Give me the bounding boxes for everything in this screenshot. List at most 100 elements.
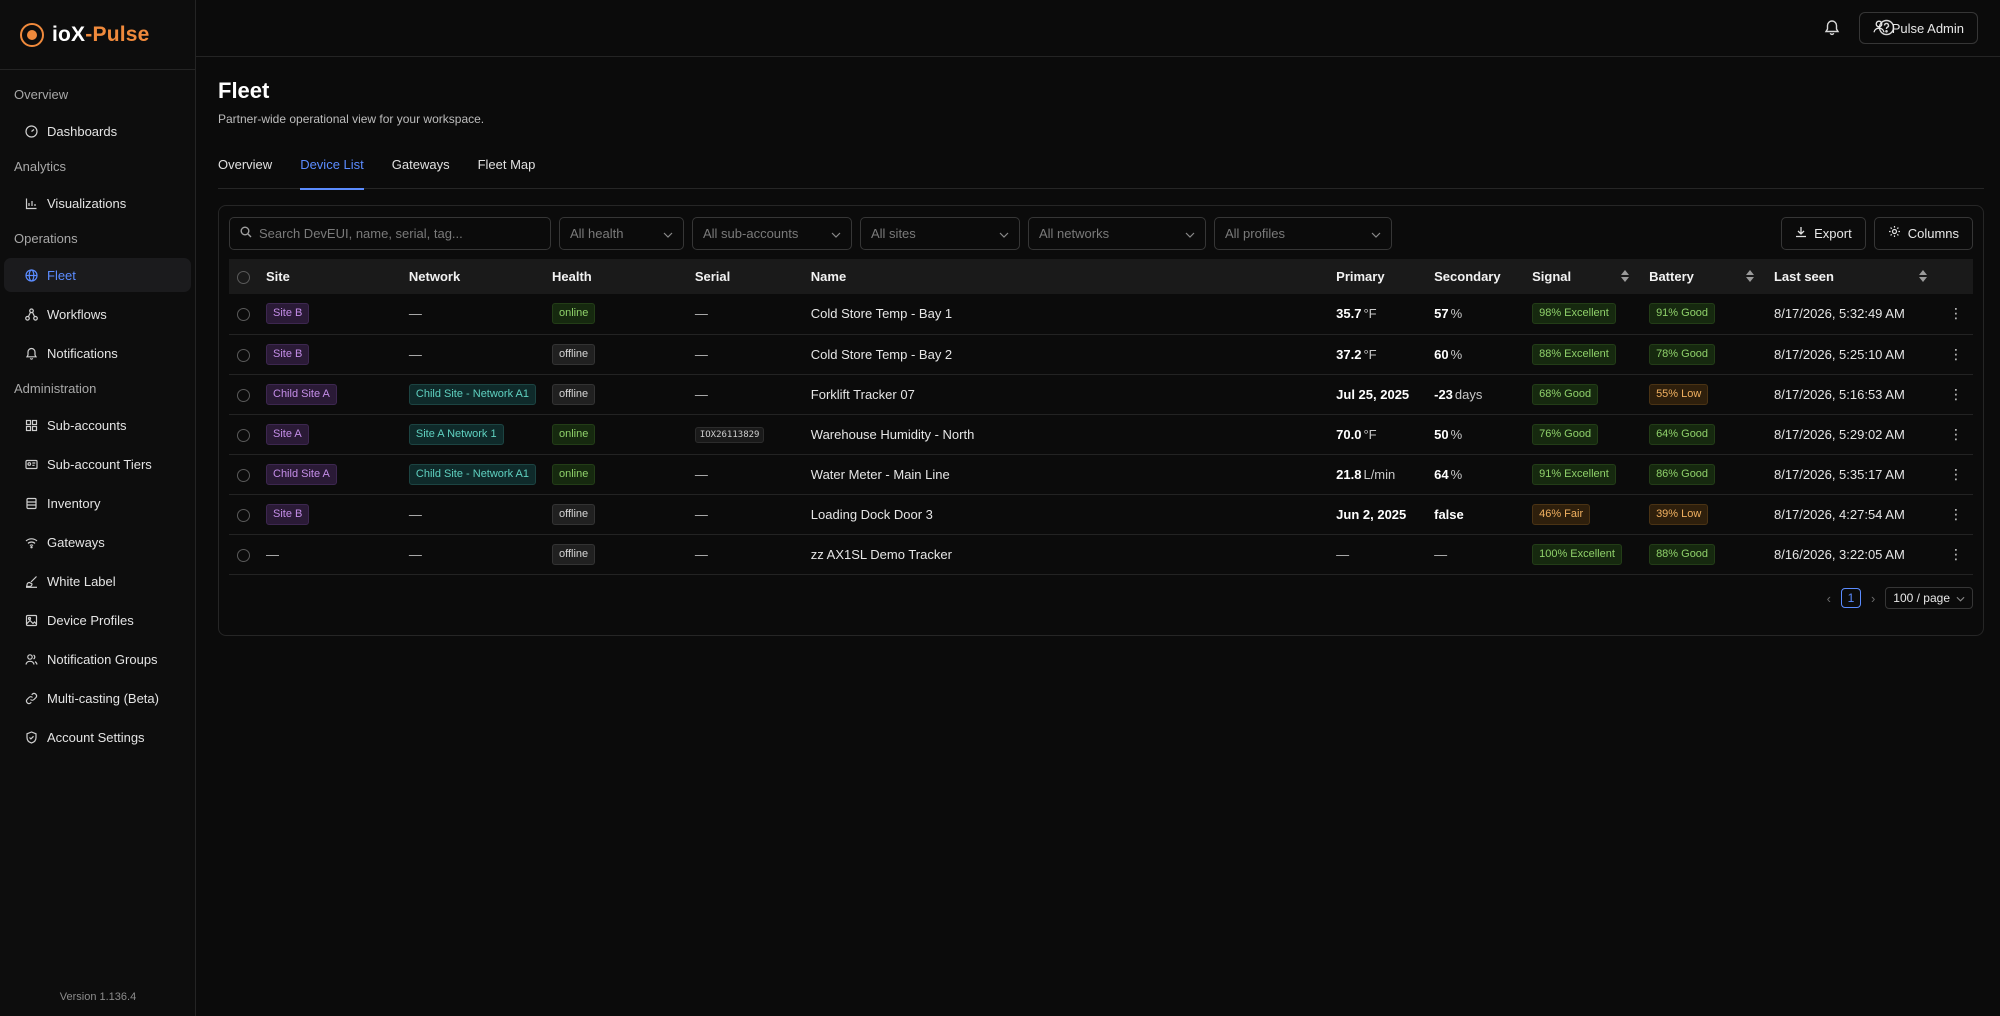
row-actions-icon[interactable]: ⋮: [1939, 334, 1973, 374]
site-filter[interactable]: All sites: [860, 216, 1020, 250]
table-row[interactable]: Site A Site A Network 1 online IOX26113829 W…: [229, 414, 1973, 454]
sidebar-item-label: Gateways: [47, 534, 105, 550]
table-row[interactable]: Child Site A Child Site - Network A1 offli…: [229, 374, 1973, 414]
row-select-cell[interactable]: [229, 494, 258, 534]
sidebar-item-visualizations[interactable]: Visualizations: [4, 186, 191, 220]
table-row[interactable]: — — offline — zz AX1SL Demo Tracker — — 100% Ex…: [229, 534, 1973, 574]
col-last-seen[interactable]: Last seen: [1766, 259, 1939, 294]
row-select-cell[interactable]: [229, 534, 258, 574]
row-select-cell[interactable]: [229, 334, 258, 374]
page-number[interactable]: 1: [1840, 588, 1861, 608]
user-menu-button[interactable]: Pulse Admin: [1858, 12, 1978, 44]
network-tag[interactable]: Child Site - Network A1: [408, 383, 536, 405]
columns-button[interactable]: Columns: [1873, 216, 1973, 250]
next-page-icon[interactable]: ›: [1871, 591, 1875, 606]
col-battery[interactable]: Battery: [1641, 259, 1766, 294]
select-all-checkbox[interactable]: [237, 271, 250, 285]
row-actions-icon[interactable]: ⋮: [1939, 374, 1973, 414]
row-checkbox[interactable]: [237, 508, 250, 522]
device-name[interactable]: Forklift Tracker 07: [803, 374, 1328, 414]
site-tag[interactable]: Site B: [266, 303, 310, 325]
device-name[interactable]: zz AX1SL Demo Tracker: [803, 534, 1328, 574]
site-cell: Site A: [258, 414, 401, 454]
export-button[interactable]: Export: [1781, 216, 1866, 250]
brand[interactable]: ioX-Pulse: [0, 0, 195, 70]
search-input[interactable]: [259, 225, 539, 241]
device-name[interactable]: Warehouse Humidity - North: [803, 414, 1328, 454]
row-actions-icon[interactable]: ⋮: [1939, 494, 1973, 534]
sort-icon[interactable]: [1745, 270, 1754, 282]
last-seen: 8/17/2026, 5:35:17 AM: [1773, 466, 1905, 482]
sidebar-item-fleet[interactable]: Fleet: [4, 258, 191, 292]
site-cell: Child Site A: [258, 374, 401, 414]
search-box[interactable]: [229, 216, 551, 250]
secondary-unit: days: [1454, 386, 1483, 402]
row-actions-icon[interactable]: ⋮: [1939, 414, 1973, 454]
table-row[interactable]: Site B — offline — Loading Dock Door 3 Jun 2,…: [229, 494, 1973, 534]
sidebar-item-notifications[interactable]: Notifications: [4, 336, 191, 370]
search-icon: [240, 226, 252, 241]
row-checkbox[interactable]: [237, 548, 250, 562]
site-tag[interactable]: Child Site A: [266, 383, 337, 405]
tab-device-list[interactable]: Device List: [300, 156, 364, 190]
main-content: Fleet Partner-wide operational view for …: [218, 57, 1984, 636]
sidebar-item-workflows[interactable]: Workflows: [4, 297, 191, 331]
row-actions-icon[interactable]: ⋮: [1939, 454, 1973, 494]
device-name[interactable]: Cold Store Temp - Bay 2: [803, 334, 1328, 374]
site-tag[interactable]: Site B: [266, 503, 310, 525]
network-filter[interactable]: All networks: [1028, 216, 1206, 250]
site-tag[interactable]: Site A: [266, 423, 309, 445]
network-tag[interactable]: Site A Network 1: [408, 423, 504, 445]
bell-icon[interactable]: [1821, 16, 1843, 38]
device-name[interactable]: Loading Dock Door 3: [803, 494, 1328, 534]
sidebar-item-notification-groups[interactable]: Notification Groups: [4, 642, 191, 676]
select-all-cell[interactable]: [229, 259, 258, 294]
site-tag[interactable]: Site B: [266, 343, 310, 365]
sidebar-item-gateways[interactable]: Gateways: [4, 525, 191, 559]
sort-icon[interactable]: [1621, 270, 1630, 282]
row-actions-icon[interactable]: ⋮: [1939, 534, 1973, 574]
secondary-cell: -23 days: [1426, 374, 1524, 414]
battery-cell: 86% Good: [1641, 454, 1766, 494]
sidebar-item-dashboards[interactable]: Dashboards: [4, 114, 191, 148]
table-row[interactable]: Child Site A Child Site - Network A1 onlin…: [229, 454, 1973, 494]
sidebar-item-white-label[interactable]: White Label: [4, 564, 191, 598]
serial-cell: —: [687, 454, 803, 494]
device-name[interactable]: Water Meter - Main Line: [803, 454, 1328, 494]
table-row[interactable]: Site B — online — Cold Store Temp - Bay 1 35.…: [229, 294, 1973, 334]
row-select-cell[interactable]: [229, 374, 258, 414]
row-checkbox[interactable]: [237, 348, 250, 362]
tab-fleet-map[interactable]: Fleet Map: [478, 156, 536, 189]
sort-icon[interactable]: [1918, 270, 1927, 282]
sub-account-filter[interactable]: All sub-accounts: [692, 216, 852, 250]
row-checkbox[interactable]: [237, 388, 250, 402]
site-tag[interactable]: Child Site A: [266, 463, 337, 485]
sidebar-item-device-profiles[interactable]: Device Profiles: [4, 603, 191, 637]
row-select-cell[interactable]: [229, 414, 258, 454]
page-size-select[interactable]: 100 / page: [1885, 587, 1973, 609]
sidebar-item-sub-accounts[interactable]: Sub-accounts: [4, 408, 191, 442]
profile-filter[interactable]: All profiles: [1214, 216, 1392, 250]
network-tag[interactable]: Child Site - Network A1: [408, 463, 536, 485]
row-checkbox[interactable]: [237, 428, 250, 442]
col-signal[interactable]: Signal: [1524, 259, 1641, 294]
row-select-cell[interactable]: [229, 294, 258, 334]
health-filter[interactable]: All health: [559, 216, 684, 250]
device-name[interactable]: Cold Store Temp - Bay 1: [803, 294, 1328, 334]
sidebar-item-sub-account-tiers[interactable]: Sub-account Tiers: [4, 447, 191, 481]
primary-value: 37.2: [1336, 346, 1362, 362]
sidebar-item-multi-casting-beta[interactable]: Multi-casting (Beta): [4, 681, 191, 715]
row-checkbox[interactable]: [237, 308, 250, 322]
tab-gateways[interactable]: Gateways: [392, 156, 450, 189]
row-actions-icon[interactable]: ⋮: [1939, 294, 1973, 334]
row-checkbox[interactable]: [237, 468, 250, 482]
row-select-cell[interactable]: [229, 454, 258, 494]
prev-page-icon[interactable]: ‹: [1827, 591, 1831, 606]
table-row[interactable]: Site B — offline — Cold Store Temp - Bay 2 37…: [229, 334, 1973, 374]
secondary-unit: %: [1450, 426, 1463, 442]
last-seen: 8/16/2026, 3:22:05 AM: [1773, 546, 1905, 562]
tab-overview[interactable]: Overview: [218, 156, 272, 189]
sidebar-item-account-settings[interactable]: Account Settings: [4, 720, 191, 754]
battery-badge: 86% Good: [1649, 463, 1716, 485]
sidebar-item-inventory[interactable]: Inventory: [4, 486, 191, 520]
